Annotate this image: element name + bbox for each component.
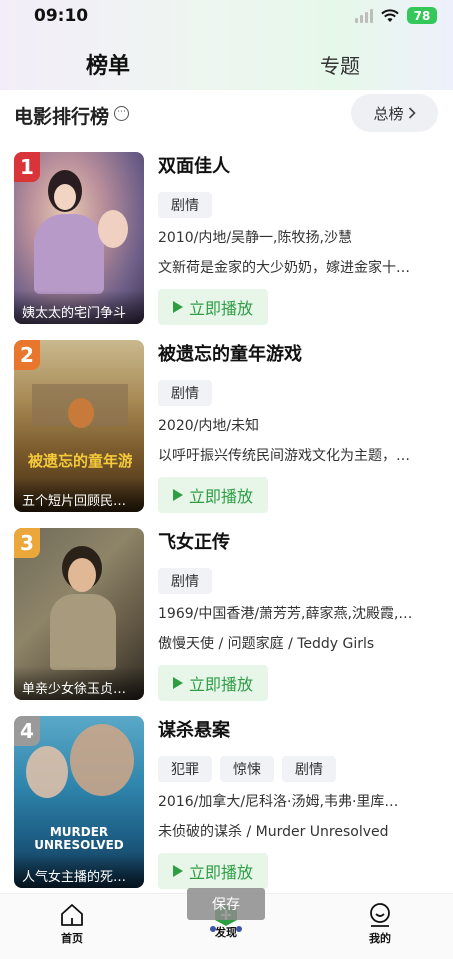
play-button[interactable]: 立即播放 — [158, 289, 268, 325]
top-tabs: 榜单 专题 — [0, 48, 453, 84]
play-icon — [172, 489, 183, 501]
play-button[interactable]: 立即播放 — [158, 853, 268, 889]
poster-image[interactable]: 被遗忘的童年游 2 五个短片回顾民… — [14, 340, 144, 512]
item-info: 双面佳人 剧情 2010/内地/吴静一,陈牧扬,沙慧 文新荷是金家的大少奶奶，嫁… — [158, 152, 428, 325]
play-label: 立即播放 — [188, 675, 253, 694]
tag-list: 剧情 — [158, 192, 428, 218]
section-header: 电影排行榜 ⋯ 总榜 — [0, 94, 453, 132]
rank-badge: 4 — [14, 716, 40, 746]
movie-title[interactable]: 飞女正传 — [158, 528, 428, 556]
section-title: 电影排行榜 — [14, 106, 110, 128]
rank-badge: 1 — [14, 152, 40, 182]
tag-list: 剧情 — [158, 380, 428, 406]
movie-description: 未侦破的谋杀 / Murder Unresolved — [158, 824, 389, 840]
wifi-icon — [381, 8, 399, 22]
list-item[interactable]: 被遗忘的童年游 2 五个短片回顾民… 被遗忘的童年游戏 剧情 2020/内地/未… — [0, 340, 453, 513]
poster-image[interactable]: MURDER UNRESOLVED 4 人气女主播的死… — [14, 716, 144, 888]
status-bar: 09:10 78 — [0, 0, 453, 32]
info-icon[interactable]: ⋯ — [114, 106, 129, 121]
chevron-right-icon — [408, 107, 416, 119]
play-label: 立即播放 — [188, 863, 253, 882]
movie-meta: 2020/内地/未知 — [158, 418, 260, 434]
genre-tag[interactable]: 犯罪 — [158, 756, 212, 782]
genre-tag[interactable]: 剧情 — [158, 192, 212, 218]
genre-tag[interactable]: 剧情 — [282, 756, 336, 782]
play-icon — [172, 865, 183, 877]
rank-badge: 2 — [14, 340, 40, 370]
signal-icon — [355, 8, 373, 23]
tab-topics[interactable]: 专题 — [320, 50, 360, 79]
genre-tag[interactable]: 惊悚 — [220, 756, 274, 782]
filter-label: 总榜 — [373, 104, 404, 123]
rank-badge: 3 — [14, 528, 40, 558]
status-time: 09:10 — [34, 6, 89, 26]
movie-meta: 1969/中国香港/萧芳芳,薛家燕,沈殿霞,… — [158, 606, 413, 622]
nav-home[interactable]: 首页 — [42, 902, 102, 946]
movie-description: 傲慢天使 / 问题家庭 / Teddy Girls — [158, 636, 375, 652]
poster-image[interactable]: 3 单亲少女徐玉贞… — [14, 528, 144, 700]
movie-title[interactable]: 双面佳人 — [158, 152, 428, 180]
item-info: 飞女正传 剧情 1969/中国香港/萧芳芳,薛家燕,沈殿霞,… 傲慢天使 / 问… — [158, 528, 428, 701]
play-button[interactable]: 立即播放 — [158, 477, 268, 513]
list-item[interactable]: 1 姨太太的宅门争斗 双面佳人 剧情 2010/内地/吴静一,陈牧扬,沙慧 文新… — [0, 152, 453, 325]
poster-caption: 姨太太的宅门争斗 — [14, 290, 144, 324]
genre-tag[interactable]: 剧情 — [158, 380, 212, 406]
movie-meta: 2016/加拿大/尼科洛·汤姆,韦弗·里库… — [158, 794, 399, 810]
movie-title[interactable]: 被遗忘的童年游戏 — [158, 340, 428, 368]
play-label: 立即播放 — [188, 299, 253, 318]
genre-tag[interactable]: 剧情 — [158, 568, 212, 594]
list-item[interactable]: MURDER UNRESOLVED 4 人气女主播的死… 谋杀悬案 犯罪 惊悚 剧… — [0, 716, 453, 889]
status-icons: 78 — [355, 7, 437, 24]
nav-home-label: 首页 — [61, 932, 83, 945]
poster-image[interactable]: 1 姨太太的宅门争斗 — [14, 152, 144, 324]
movie-meta: 2010/内地/吴静一,陈牧扬,沙慧 — [158, 230, 352, 246]
poster-caption: 五个短片回顾民… — [14, 478, 144, 512]
play-label: 立即播放 — [188, 487, 253, 506]
nav-mine[interactable]: 我的 — [350, 902, 410, 946]
movie-description: 以呼吁振兴传统民间游戏文化为主题，… — [158, 448, 410, 464]
play-icon — [172, 301, 183, 313]
nav-discover-label: 发现 — [215, 926, 237, 939]
play-icon — [172, 677, 183, 689]
poster-caption: 单亲少女徐玉贞… — [14, 666, 144, 700]
movie-title[interactable]: 谋杀悬案 — [158, 716, 428, 744]
tab-ranking[interactable]: 榜单 — [86, 48, 130, 80]
battery-indicator: 78 — [407, 7, 437, 24]
save-toast: 保存 — [187, 888, 265, 920]
nav-mine-label: 我的 — [369, 932, 391, 945]
tag-list: 犯罪 惊悚 剧情 — [158, 756, 428, 782]
filter-button[interactable]: 总榜 — [351, 94, 438, 132]
play-button[interactable]: 立即播放 — [158, 665, 268, 701]
list-item[interactable]: 3 单亲少女徐玉贞… 飞女正传 剧情 1969/中国香港/萧芳芳,薛家燕,沈殿霞… — [0, 528, 453, 701]
home-icon — [42, 902, 102, 928]
movie-description: 文新荷是金家的大少奶奶，嫁进金家十年… — [158, 260, 420, 276]
profile-icon — [350, 902, 410, 928]
item-info: 被遗忘的童年游戏 剧情 2020/内地/未知 以呼吁振兴传统民间游戏文化为主题，… — [158, 340, 428, 513]
poster-caption: 人气女主播的死… — [14, 854, 144, 888]
tag-list: 剧情 — [158, 568, 428, 594]
item-info: 谋杀悬案 犯罪 惊悚 剧情 2016/加拿大/尼科洛·汤姆,韦弗·里库… 未侦破… — [158, 716, 428, 889]
